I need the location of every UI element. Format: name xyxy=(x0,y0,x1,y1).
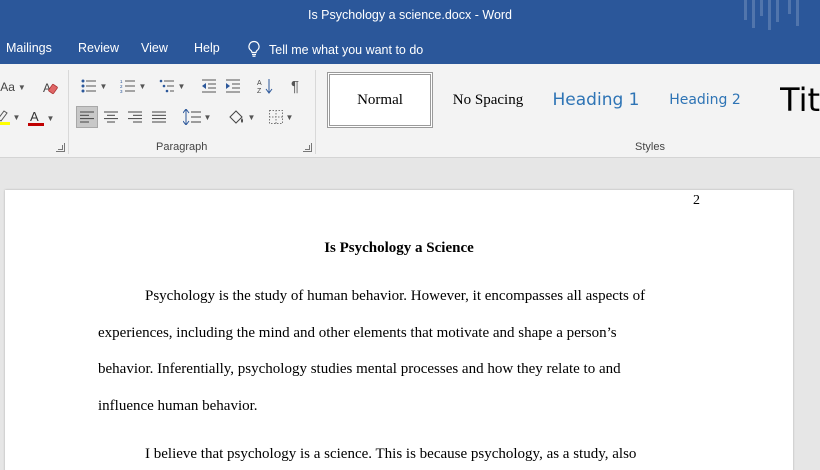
multilevel-list-icon xyxy=(159,79,175,93)
align-center-button[interactable] xyxy=(100,106,122,128)
styles-group-label: Styles xyxy=(635,141,665,153)
align-right-button[interactable] xyxy=(124,106,146,128)
svg-text:3: 3 xyxy=(120,89,123,93)
svg-text:A: A xyxy=(30,109,39,124)
tab-help[interactable]: Help xyxy=(194,41,220,55)
sort-button[interactable]: A Z xyxy=(254,76,276,96)
decrease-indent-button[interactable] xyxy=(198,76,220,96)
justify-button[interactable] xyxy=(148,106,170,128)
svg-text:Z: Z xyxy=(257,88,262,94)
title-bar: Is Psychology a science.docx - Word xyxy=(0,0,820,34)
paragraph-line: Psychology is the study of human behavio… xyxy=(145,288,646,304)
borders-icon xyxy=(268,110,283,124)
show-formatting-marks-button[interactable]: ¶ xyxy=(284,76,306,96)
align-left-icon xyxy=(80,111,94,123)
ribbon-tab-bar: Mailings Review View Help Tell me what y… xyxy=(0,34,820,64)
change-case-button[interactable]: Aa ▼ xyxy=(0,78,26,96)
borders-button[interactable]: ▼ xyxy=(264,106,298,128)
justify-icon xyxy=(152,111,166,123)
group-separator xyxy=(315,70,316,154)
paint-bucket-icon xyxy=(227,109,245,125)
align-left-button[interactable] xyxy=(76,106,98,128)
sort-az-icon: A Z xyxy=(257,78,273,94)
document-area: 2 Is Psychology a Science Psychology is … xyxy=(0,158,820,470)
style-normal[interactable]: Normal xyxy=(327,72,433,128)
increase-indent-icon xyxy=(225,79,241,93)
style-heading-1[interactable]: Heading 1 xyxy=(546,72,646,128)
decrease-indent-icon xyxy=(201,79,217,93)
svg-text:A: A xyxy=(257,80,262,87)
align-center-icon xyxy=(104,111,118,123)
lightbulb-icon xyxy=(247,40,261,60)
shading-button[interactable]: ▼ xyxy=(224,106,258,128)
tell-me-box[interactable]: Tell me what you want to do xyxy=(247,40,423,60)
tab-review[interactable]: Review xyxy=(78,41,119,55)
style-heading-2[interactable]: Heading 2 xyxy=(660,72,750,128)
style-title[interactable]: Tit xyxy=(780,72,820,128)
document-title: Is Psychology a Science xyxy=(324,240,474,256)
paragraph-line: influence human behavior. xyxy=(98,398,258,414)
tab-mailings[interactable]: Mailings xyxy=(6,41,52,55)
document-page[interactable]: 2 Is Psychology a Science Psychology is … xyxy=(5,190,793,470)
pilcrow-icon: ¶ xyxy=(290,77,300,95)
page-number: 2 xyxy=(693,193,700,208)
paragraph-line: I believe that psychology is a science. … xyxy=(145,446,637,462)
paragraph-group-label: Paragraph xyxy=(156,141,208,153)
window-title: Is Psychology a science.docx - Word xyxy=(307,8,513,22)
ribbon: Aa ▼ A ▼ A ▼ ▼ 1 2 3 ▼ ▼ A Z ¶ ▼ ▼ ▼ Par… xyxy=(0,64,820,158)
tell-me-text: Tell me what you want to do xyxy=(269,43,424,57)
style-no-spacing[interactable]: No Spacing xyxy=(440,72,536,128)
bullets-button[interactable]: ▼ xyxy=(78,76,110,96)
font-color-icon: A xyxy=(27,109,44,127)
align-right-icon xyxy=(128,111,142,123)
highlighter-icon xyxy=(0,109,10,125)
font-color-button[interactable]: A ▼ xyxy=(26,108,56,128)
paragraph-line: behavior. Inferentially, psychology stud… xyxy=(98,361,621,377)
eraser-icon: A xyxy=(42,79,58,95)
paragraph-line: experiences, including the mind and othe… xyxy=(98,325,617,341)
font-dialog-launcher[interactable] xyxy=(56,143,65,152)
increase-indent-button[interactable] xyxy=(222,76,244,96)
group-separator xyxy=(68,70,69,154)
line-spacing-icon xyxy=(182,109,201,125)
line-spacing-button[interactable]: ▼ xyxy=(180,106,214,128)
numbered-list-icon: 1 2 3 xyxy=(120,79,136,93)
tab-view[interactable]: View xyxy=(141,41,168,55)
title-bar-decoration xyxy=(738,0,808,34)
multilevel-list-button[interactable]: ▼ xyxy=(156,76,188,96)
paragraph-dialog-launcher[interactable] xyxy=(303,143,312,152)
clear-formatting-button[interactable]: A xyxy=(40,77,60,97)
numbering-button[interactable]: 1 2 3 ▼ xyxy=(117,76,149,96)
bullet-list-icon xyxy=(81,79,97,93)
highlight-color-button[interactable]: ▼ xyxy=(0,108,20,126)
